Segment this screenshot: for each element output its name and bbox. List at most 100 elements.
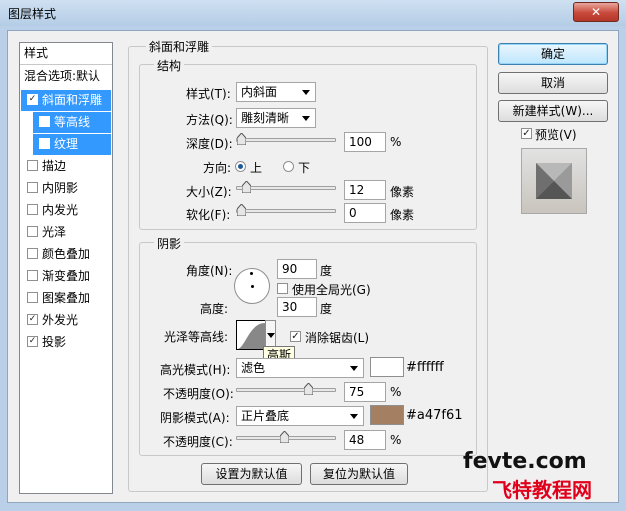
style-item-8[interactable]: 渐变叠加 bbox=[21, 266, 111, 287]
style-item-checkbox[interactable] bbox=[39, 138, 50, 149]
style-item-label: 投影 bbox=[42, 335, 67, 349]
highlight-color-swatch[interactable] bbox=[370, 357, 404, 377]
make-default-button[interactable]: 设置为默认值 bbox=[201, 463, 302, 485]
watermark-site: 飞特教程网 bbox=[492, 478, 592, 502]
depth-slider[interactable] bbox=[236, 133, 336, 145]
preview-image bbox=[536, 163, 572, 199]
style-item-1[interactable]: 等高线 bbox=[33, 112, 111, 133]
gloss-contour-swatch[interactable] bbox=[236, 320, 266, 350]
style-item-checkbox[interactable]: ✓ bbox=[27, 314, 38, 325]
style-item-label: 内阴影 bbox=[42, 181, 79, 195]
style-item-checkbox[interactable] bbox=[27, 182, 38, 193]
style-item-checkbox[interactable] bbox=[27, 292, 38, 303]
style-list-header[interactable]: 样式 bbox=[24, 43, 114, 64]
highlight-opacity-slider[interactable] bbox=[236, 383, 336, 395]
chevron-down-icon bbox=[350, 414, 358, 419]
angle-dial[interactable] bbox=[234, 268, 270, 304]
direction-down-radio[interactable] bbox=[283, 161, 294, 172]
chevron-down-icon bbox=[350, 366, 358, 371]
shadow-opacity-slider[interactable] bbox=[236, 431, 336, 443]
altitude-input[interactable]: 30 bbox=[277, 297, 317, 317]
technique-dropdown[interactable]: 雕刻清晰 bbox=[236, 108, 316, 128]
divider bbox=[20, 64, 112, 65]
style-item-label: 斜面和浮雕 bbox=[42, 93, 103, 107]
soften-slider-thumb[interactable] bbox=[237, 204, 246, 216]
style-item-3[interactable]: 描边 bbox=[21, 156, 111, 177]
global-light-checkbox[interactable] bbox=[277, 283, 288, 294]
style-item-checkbox[interactable] bbox=[27, 270, 38, 281]
size-unit: 像素 bbox=[390, 185, 415, 199]
preview-checkbox[interactable]: ✓ bbox=[521, 128, 532, 139]
cancel-button[interactable]: 取消 bbox=[498, 72, 608, 94]
style-item-6[interactable]: 光泽 bbox=[21, 222, 111, 243]
shadow-opacity-thumb[interactable] bbox=[279, 431, 289, 443]
altitude-unit: 度 bbox=[320, 302, 333, 316]
new-style-button[interactable]: 新建样式(W)... bbox=[498, 100, 608, 122]
style-item-4[interactable]: 内阴影 bbox=[21, 178, 111, 199]
size-slider[interactable] bbox=[236, 181, 336, 193]
shadow-color-hex: #a47f61 bbox=[406, 408, 463, 423]
style-item-checkbox[interactable] bbox=[39, 116, 50, 127]
shadow-color-swatch[interactable] bbox=[370, 405, 404, 425]
antialias-checkbox[interactable]: ✓ bbox=[290, 331, 301, 342]
style-item-10[interactable]: ✓ 外发光 bbox=[21, 310, 111, 331]
style-item-checkbox[interactable] bbox=[27, 226, 38, 237]
style-item-label: 描边 bbox=[42, 159, 67, 173]
altitude-label: 高度: bbox=[200, 302, 229, 316]
style-item-label: 外发光 bbox=[42, 313, 79, 327]
style-list: 样式 混合选项:默认 ✓ 斜面和浮雕等高线纹理描边内阴影内发光光泽颜色叠加 渐变叠加… bbox=[19, 42, 113, 494]
style-item-checkbox[interactable] bbox=[27, 248, 38, 259]
style-item-0[interactable]: ✓ 斜面和浮雕 bbox=[21, 90, 111, 111]
bevel-emboss-title: 斜面和浮雕 bbox=[146, 38, 213, 55]
style-item-label: 纹理 bbox=[54, 137, 79, 151]
depth-input[interactable]: 100 bbox=[344, 132, 386, 152]
style-dropdown[interactable]: 内斜面 bbox=[236, 82, 316, 102]
angle-input[interactable]: 90 bbox=[277, 259, 317, 279]
depth-unit: % bbox=[390, 135, 402, 149]
highlight-opacity-unit: % bbox=[390, 385, 402, 399]
shadow-opacity-unit: % bbox=[390, 433, 402, 447]
soften-slider[interactable] bbox=[236, 204, 336, 216]
technique-value: 雕刻清晰 bbox=[241, 111, 290, 125]
soften-input[interactable]: 0 bbox=[344, 203, 386, 223]
style-item-2[interactable]: 纹理 bbox=[33, 134, 111, 155]
size-slider-thumb[interactable] bbox=[242, 181, 252, 193]
shadow-mode-dropdown[interactable]: 正片叠底 bbox=[236, 406, 364, 426]
size-input[interactable]: 12 bbox=[344, 180, 386, 200]
style-item-5[interactable]: 内发光 bbox=[21, 200, 111, 221]
shadow-opacity-label: 不透明度(C): bbox=[163, 435, 233, 449]
shadow-mode-label: 阴影模式(A): bbox=[160, 411, 230, 425]
blending-options-item[interactable]: 混合选项:默认 bbox=[24, 66, 114, 87]
ok-button[interactable]: 确定 bbox=[498, 43, 608, 65]
depth-slider-thumb[interactable] bbox=[237, 133, 246, 145]
highlight-color-hex: #ffffff bbox=[406, 360, 444, 375]
shadow-opacity-input[interactable]: 48 bbox=[344, 430, 386, 450]
chevron-down-icon bbox=[302, 116, 310, 121]
style-item-7[interactable]: 颜色叠加 bbox=[21, 244, 111, 265]
direction-label: 方向: bbox=[203, 161, 232, 175]
style-item-checkbox[interactable]: ✓ bbox=[27, 336, 38, 347]
reset-default-button[interactable]: 复位为默认值 bbox=[310, 463, 408, 485]
highlight-mode-dropdown[interactable]: 滤色 bbox=[236, 358, 364, 378]
shadow-mode-value: 正片叠底 bbox=[241, 409, 290, 423]
highlight-opacity-thumb[interactable] bbox=[303, 383, 313, 395]
style-item-9[interactable]: 图案叠加 bbox=[21, 288, 111, 309]
structure-title: 结构 bbox=[154, 57, 185, 74]
style-item-checkbox[interactable]: ✓ bbox=[27, 94, 38, 105]
style-item-11[interactable]: ✓ 投影 bbox=[21, 332, 111, 353]
direction-up-label: 上 bbox=[250, 161, 263, 175]
preview-label: 预览(V) bbox=[535, 128, 577, 142]
close-button[interactable]: ✕ bbox=[573, 2, 619, 22]
highlight-mode-value: 滤色 bbox=[241, 361, 266, 375]
title-bar: 图层样式 bbox=[0, 0, 626, 27]
style-item-checkbox[interactable] bbox=[27, 204, 38, 215]
style-item-label: 光泽 bbox=[42, 225, 67, 239]
style-item-checkbox[interactable] bbox=[27, 160, 38, 171]
highlight-opacity-input[interactable]: 75 bbox=[344, 382, 386, 402]
direction-up-radio[interactable] bbox=[235, 161, 246, 172]
technique-label: 方法(Q): bbox=[186, 113, 233, 127]
preview-thumbnail bbox=[521, 148, 587, 214]
angle-dial-marker bbox=[250, 272, 253, 275]
chevron-down-icon bbox=[267, 333, 275, 338]
highlight-opacity-label: 不透明度(O): bbox=[163, 387, 234, 401]
